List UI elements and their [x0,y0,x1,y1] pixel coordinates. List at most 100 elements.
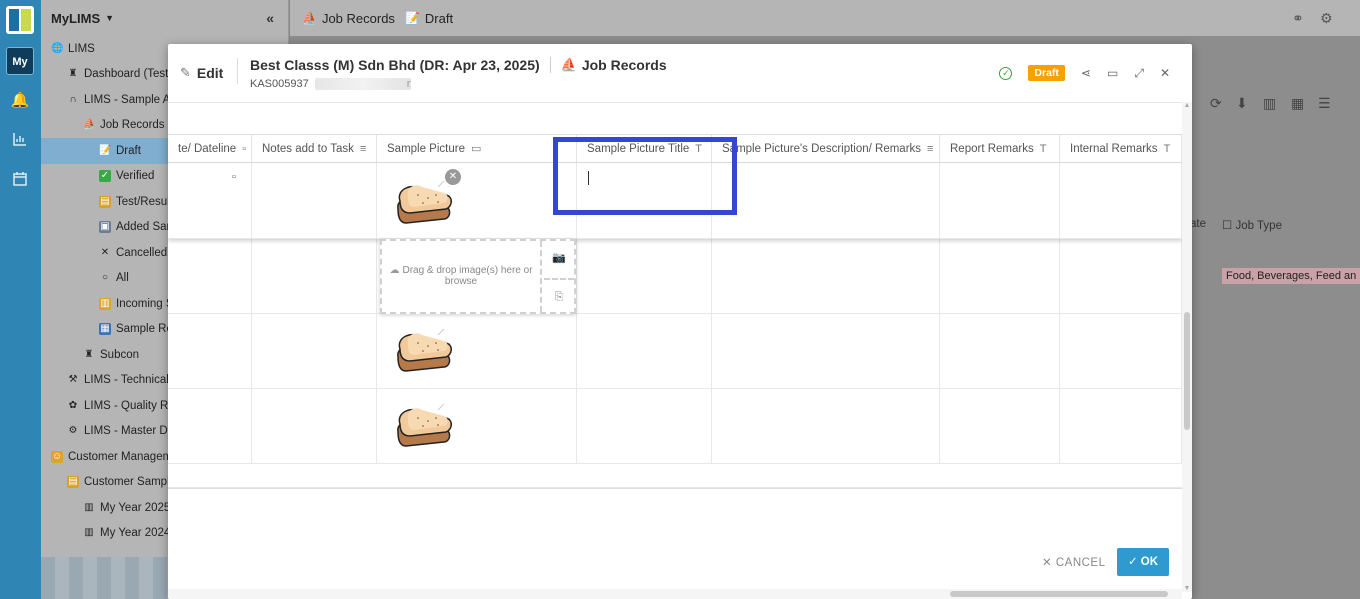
calendar-icon[interactable] [10,171,30,191]
breadcrumb-label: Job Records [321,10,395,26]
focus-highlight-box [553,137,737,215]
grid-cell[interactable] [1060,163,1182,239]
grid-cell[interactable] [577,239,712,314]
camera-icon[interactable]: 📷 [544,241,574,275]
gear-icon: ⚙ [68,425,78,437]
ok-label: OK [1140,556,1159,568]
share-icon[interactable]: ⋖ [1081,66,1091,80]
grid-cell[interactable] [1060,314,1182,389]
sidebar-item-label: Customer Managem [68,450,173,463]
horizontal-scrollbar[interactable] [168,589,1182,599]
column-header-4[interactable]: Sample Picture's Description/ Remarks ≡ [712,135,940,163]
app-logo[interactable] [6,6,34,34]
grid-cell[interactable] [1060,389,1182,464]
grid-cell[interactable] [712,389,940,464]
grid-cell[interactable] [1060,239,1182,314]
draft-icon: 📝 [99,144,112,156]
image-dropzone[interactable]: ☁ Drag & drop image(s) here or browse 📷 ⎘ [380,239,576,314]
sidebar-item-label: Verified [116,170,155,183]
breadcrumb-draft[interactable]: 📝 Draft [405,11,453,26]
grid-cell[interactable] [577,314,712,389]
column-header-label: Internal Remarks [1070,142,1158,155]
grid-cell[interactable] [168,314,252,389]
remove-image-icon[interactable]: ✕ [445,169,461,185]
grid-cell[interactable] [168,239,252,314]
sidebar-item-label: LIMS [68,42,95,55]
collapse-sidebar-icon[interactable]: « [266,10,274,26]
column-header-1[interactable]: Notes add to Task ≡ [252,135,377,163]
draft-icon: 📝 [404,11,420,25]
grid-cell[interactable] [252,163,377,239]
column-header-label: Notes add to Task [262,142,354,155]
dialog-title: Best Classs (M) Sdn Bhd (DR: Apr 23, 202… [250,57,667,73]
column-header-2[interactable]: Sample Picture ▭ [377,135,577,163]
lines-icon: ≡ [359,142,367,155]
dialog-mode-label: Edit [196,65,224,81]
calendar-icon[interactable]: ▦ [1291,95,1304,112]
bell-icon[interactable]: 🔔 [10,91,30,111]
gear-icon[interactable]: ⚙ [1320,10,1333,27]
scroll-up-icon[interactable]: ▲ [1182,102,1192,109]
column-header-label: Sample Picture's Description/ Remarks [722,142,922,155]
dropzone-area[interactable]: ☁ Drag & drop image(s) here or browse [382,241,542,312]
breadcrumb-job-records[interactable]: ⛵ Job Records [302,11,395,26]
column-header-label: Sample Picture [387,142,465,155]
redacted-text [314,78,411,90]
app-name[interactable]: MyLIMS [51,11,100,26]
sidebar-item-label: Cancelled [116,246,168,259]
chart-icon: ▥ [84,501,94,513]
chevron-down-icon[interactable]: ▼ [105,13,114,23]
grid-cell[interactable] [712,163,940,239]
grid-cell[interactable] [712,314,940,389]
grid-cell[interactable] [940,163,1060,239]
tools-icon: ⚒ [68,374,78,386]
workspace-badge[interactable]: My [6,47,34,75]
scrollbar-thumb[interactable] [1184,312,1190,430]
sample-picture-thumbnail[interactable] [388,396,458,452]
grid-cell[interactable] [577,389,712,464]
scroll-down-icon[interactable]: ▼ [1182,585,1192,592]
sidebar-item-label: Draft [116,144,141,157]
image-icon: ▣ [99,221,111,234]
paste-icon[interactable]: ⎘ [544,278,574,312]
expand-icon[interactable]: ⤢ [1134,66,1144,81]
org-chart-icon[interactable]: ⚭ [1292,10,1304,27]
refresh-icon[interactable]: ⟳ [1210,95,1222,112]
scroll-icon: ▤ [67,476,79,489]
grid-cell[interactable] [940,239,1060,314]
reports-icon[interactable] [10,131,30,151]
column-header-label: te/ Dateline [178,142,237,155]
column-header-6[interactable]: Internal Remarks T [1060,135,1182,163]
column-header-label: Report Remarks [950,142,1034,155]
comment-icon[interactable]: ▭ [1107,66,1118,80]
grid-cell[interactable] [940,314,1060,389]
checklist-icon[interactable]: ☰ [1318,95,1331,112]
cancel-button[interactable]: ✕ CANCEL [1042,555,1106,569]
calendar-icon: ▫ [242,142,247,155]
grid-cell[interactable] [168,389,252,464]
record-id: KAS005937 [250,78,309,90]
module-name[interactable]: Job Records [582,57,667,73]
scrollbar-thumb[interactable] [950,591,1168,597]
grid-cell[interactable] [940,389,1060,464]
grid-cell[interactable] [252,314,377,389]
column-header-5[interactable]: Report Remarks T [940,135,1060,163]
chart-icon[interactable]: ▥ [1263,95,1276,112]
close-icon[interactable]: ✕ [1160,66,1170,80]
dialog-mode: ✎ Edit [180,65,223,81]
top-bar: ⛵ Job Records 📝 Draft ⚭ ⚙ [290,0,1360,36]
column-header-date: ate [1190,218,1206,230]
grid-cell[interactable] [252,239,377,314]
grid-cell[interactable] [712,239,940,314]
calendar-icon[interactable]: ▫ [232,171,236,183]
grid-cell[interactable] [252,389,377,464]
ok-button[interactable]: ✓ OK [1117,548,1169,576]
export-icon[interactable]: ⬇ [1236,95,1248,112]
sample-picture-thumbnail[interactable] [388,321,458,377]
grid-cell[interactable] [168,163,252,239]
x-icon: ✕ [100,246,110,258]
column-header-0[interactable]: te/ Dateline ▫ [168,135,252,163]
vertical-scrollbar[interactable]: ▲ ▼ [1182,102,1192,592]
job-records-icon: ⛵ [83,119,96,131]
column-header-job-type: ☐ Job Type [1222,220,1282,232]
